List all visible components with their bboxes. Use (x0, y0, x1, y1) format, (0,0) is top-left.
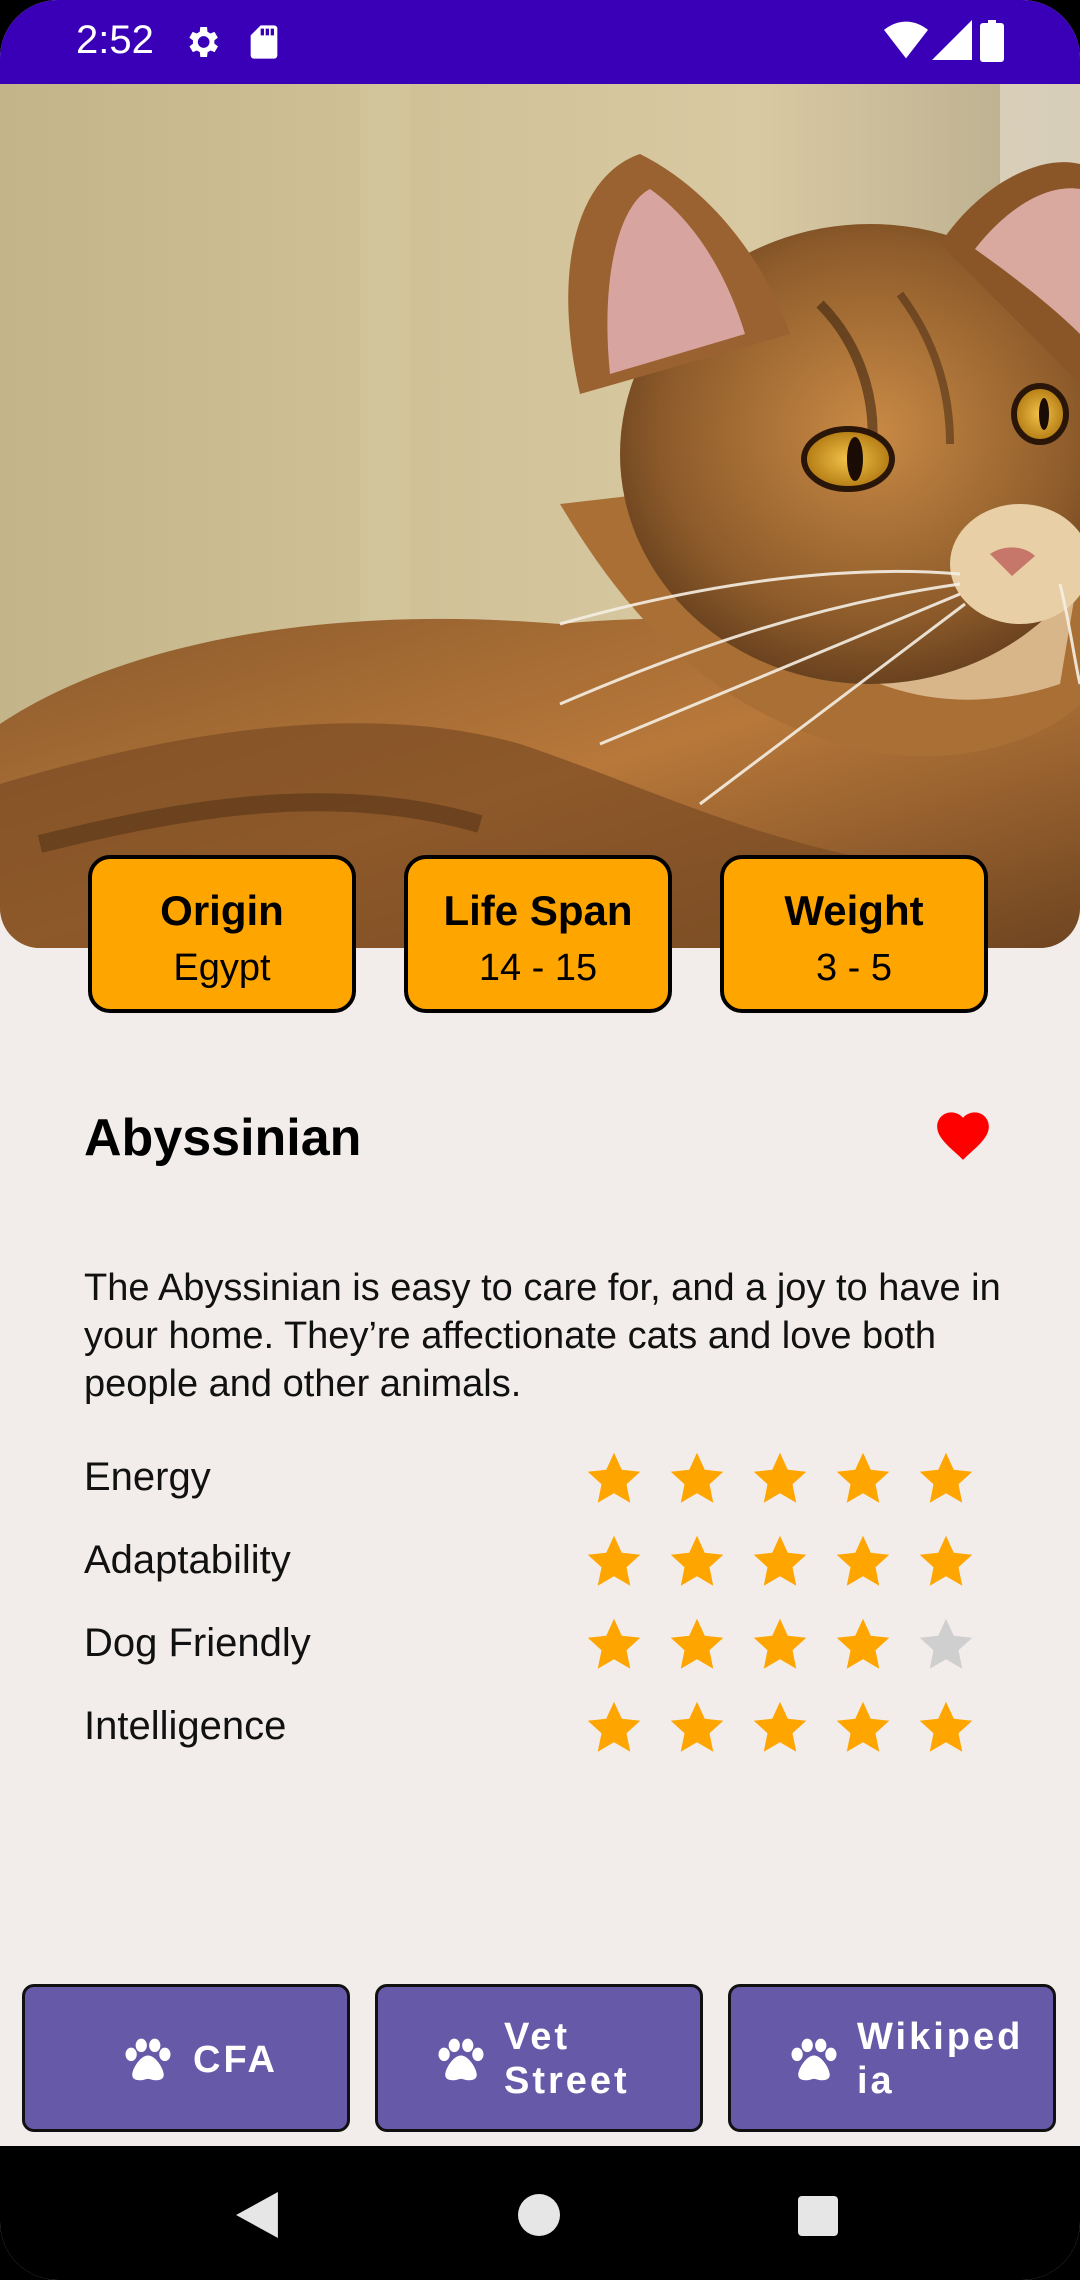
rating-stars (584, 1694, 1004, 1764)
star-filled-icon (753, 1452, 807, 1503)
rating-label: Intelligence (84, 1704, 287, 1748)
rating-row-intelligence: Intelligence (84, 1694, 1004, 1764)
system-nav-bar (0, 2146, 1080, 2280)
status-bar: 2:52 (0, 0, 1080, 84)
rating-stars (584, 1445, 1004, 1515)
star-filled-icon (919, 1535, 973, 1586)
rating-label: Energy (84, 1455, 211, 1499)
star-filled-icon (587, 1701, 641, 1752)
back-icon[interactable] (236, 2192, 278, 2238)
info-value: Egypt (173, 947, 271, 989)
star-filled-icon (670, 1618, 724, 1669)
star-filled-icon (670, 1701, 724, 1752)
paw-icon (791, 2038, 837, 2081)
star-filled-icon (836, 1618, 890, 1669)
rating-row-adaptability: Adaptability (84, 1528, 1004, 1598)
abyssinian-cat-image (0, 84, 1080, 948)
cfa-button[interactable]: CFA (22, 1984, 350, 2132)
star-filled-icon (836, 1701, 890, 1752)
rating-stars (584, 1528, 1004, 1598)
info-value: 3 - 5 (815, 947, 893, 989)
link-label-line1: Wikiped (857, 2016, 1024, 2058)
info-title: Origin (160, 887, 284, 934)
rating-label: Adaptability (84, 1538, 291, 1582)
star-filled-icon (919, 1701, 973, 1752)
wifi-icon (884, 21, 928, 59)
home-icon[interactable] (518, 2194, 560, 2236)
settings-icon (189, 27, 218, 57)
breed-detail-screen: 2:52 Origin Egypt Life Span 14 - 15 Weig… (0, 0, 1080, 2280)
rating-label: Dog Friendly (84, 1621, 311, 1665)
paw-icon (125, 2038, 171, 2081)
info-value: 14 - 15 (478, 947, 598, 989)
star-filled-icon (919, 1452, 973, 1503)
link-label-line2: ia (857, 2060, 895, 2102)
breed-description: The Abyssinian is easy to care for, and … (84, 1267, 1001, 1405)
cat-photo (0, 84, 1080, 948)
rating-row-energy: Energy (84, 1445, 1004, 1515)
battery-icon (980, 20, 1004, 62)
star-filled-icon (836, 1452, 890, 1503)
status-time: 2:52 (76, 18, 154, 62)
recents-icon[interactable] (798, 2196, 838, 2236)
star-empty-icon (919, 1618, 973, 1669)
link-label-line1: Vet (504, 2016, 571, 2058)
favorite-heart-icon[interactable] (932, 1104, 994, 1162)
rating-row-dog-friendly: Dog Friendly (84, 1611, 1004, 1681)
wikipedia-button[interactable]: Wikiped ia (728, 1984, 1056, 2132)
star-filled-icon (587, 1535, 641, 1586)
signal-icon (932, 20, 972, 60)
info-box-life-span: Life Span 14 - 15 (404, 855, 672, 1013)
star-filled-icon (836, 1535, 890, 1586)
star-filled-icon (670, 1452, 724, 1503)
info-title: Weight (784, 887, 924, 934)
star-filled-icon (753, 1701, 807, 1752)
sd-card-icon (250, 25, 278, 59)
info-box-origin: Origin Egypt (88, 855, 356, 1013)
info-box-weight: Weight 3 - 5 (720, 855, 988, 1013)
vet-street-button[interactable]: Vet Street (375, 1984, 703, 2132)
star-filled-icon (587, 1618, 641, 1669)
paw-icon (438, 2038, 484, 2081)
star-filled-icon (753, 1618, 807, 1669)
star-filled-icon (753, 1535, 807, 1586)
star-filled-icon (670, 1535, 724, 1586)
breed-name: Abyssinian (84, 1109, 362, 1167)
link-label: CFA (193, 2039, 278, 2081)
info-title: Life Span (443, 887, 633, 934)
star-filled-icon (587, 1452, 641, 1503)
rating-stars (584, 1611, 1004, 1681)
link-label-line2: Street (504, 2060, 630, 2102)
